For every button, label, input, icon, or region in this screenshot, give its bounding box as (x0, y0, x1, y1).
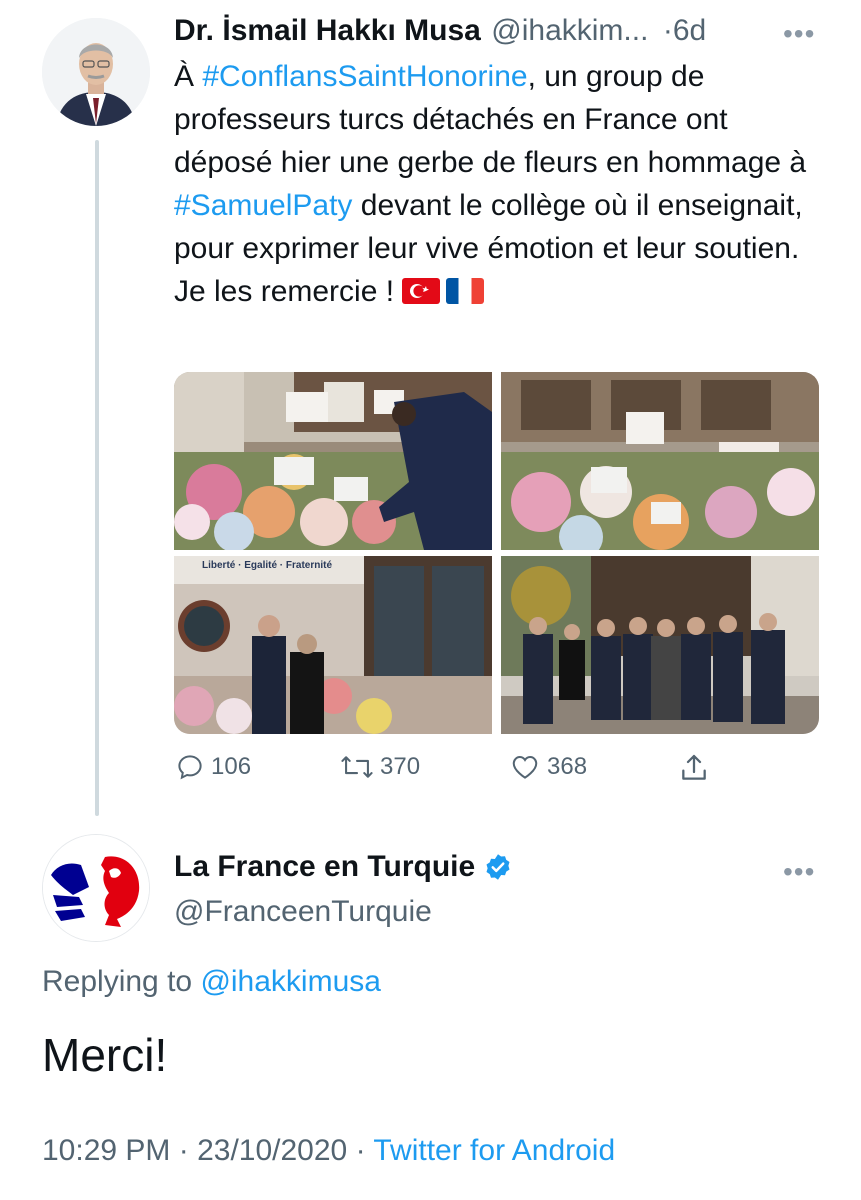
more-options-icon[interactable]: ••• (783, 856, 815, 888)
reply-icon (178, 755, 202, 780)
hashtag-samuelpaty[interactable]: #SamuelPaty (174, 189, 352, 222)
author-name[interactable]: La France en Turquie (174, 850, 475, 884)
marianne-logo-icon (43, 835, 149, 941)
tweet1-text: À #ConflansSaintHonorine, un group de pr… (174, 55, 834, 313)
photo-group-teachers[interactable] (501, 556, 819, 734)
retweet-button[interactable]: 370 (340, 752, 420, 782)
france-flag-icon (446, 278, 485, 304)
share-button[interactable] (678, 752, 710, 784)
reply-count: 106 (211, 753, 252, 780)
meta-separator: · (170, 1134, 198, 1167)
time-separator: · (662, 14, 673, 47)
author-name[interactable]: Dr. İsmail Hakkı Musa (174, 14, 481, 47)
tweet1-photo-grid: Liberté · Egalité · Fraternité (174, 372, 819, 734)
photo-flowers-memorial[interactable] (501, 372, 819, 550)
replying-label: Replying to (42, 965, 201, 998)
author-handle[interactable]: @FranceenTurquie (174, 895, 432, 929)
tweet-date[interactable]: 23/10/2020 (197, 1134, 347, 1167)
tweet-age[interactable]: 6d (673, 14, 706, 47)
tweet-time[interactable]: 10:29 PM (42, 1134, 170, 1167)
hashtag-conflans[interactable]: #ConflansSaintHonorine (202, 60, 527, 93)
avatar-ismail-hakki-musa[interactable] (42, 18, 150, 126)
tweet2-text: Merci! (42, 1029, 168, 1081)
heart-icon (512, 755, 538, 779)
share-icon (682, 754, 706, 780)
replying-handle-link[interactable]: @ihakkimusa (200, 965, 381, 998)
meta-separator: · (347, 1134, 374, 1167)
retweet-icon (341, 756, 373, 778)
verified-badge-icon (486, 854, 510, 880)
source-link[interactable]: Twitter for Android (373, 1134, 615, 1167)
like-button[interactable]: 368 (509, 752, 587, 782)
like-count: 368 (547, 753, 588, 780)
retweet-count: 370 (380, 753, 421, 780)
avatar-france-en-turquie[interactable] (42, 834, 150, 942)
reply-button[interactable]: 106 (175, 752, 251, 782)
tweet2-author-row: La France en Turquie (174, 850, 513, 884)
thread-connector-line (95, 140, 99, 816)
replying-to: Replying to @ihakkimusa (42, 965, 381, 999)
tweet1-header: Dr. İsmail Hakkı Musa @ihakkim... ·6d (174, 14, 814, 48)
tweet-text-part: À (174, 60, 203, 93)
tweet2-meta: 10:29 PM · 23/10/2020 · Twitter for Andr… (42, 1134, 615, 1168)
author-handle[interactable]: @ihakkim... (491, 14, 648, 47)
photo-flowers-wreath[interactable] (174, 372, 492, 550)
more-options-icon[interactable]: ••• (783, 18, 815, 50)
turkey-flag-icon (402, 278, 441, 304)
avatar-portrait-image (42, 18, 150, 126)
photo-school-entrance[interactable]: Liberté · Egalité · Fraternité (174, 556, 492, 734)
photo-sign-text: Liberté · Egalité · Fraternité (202, 560, 333, 571)
